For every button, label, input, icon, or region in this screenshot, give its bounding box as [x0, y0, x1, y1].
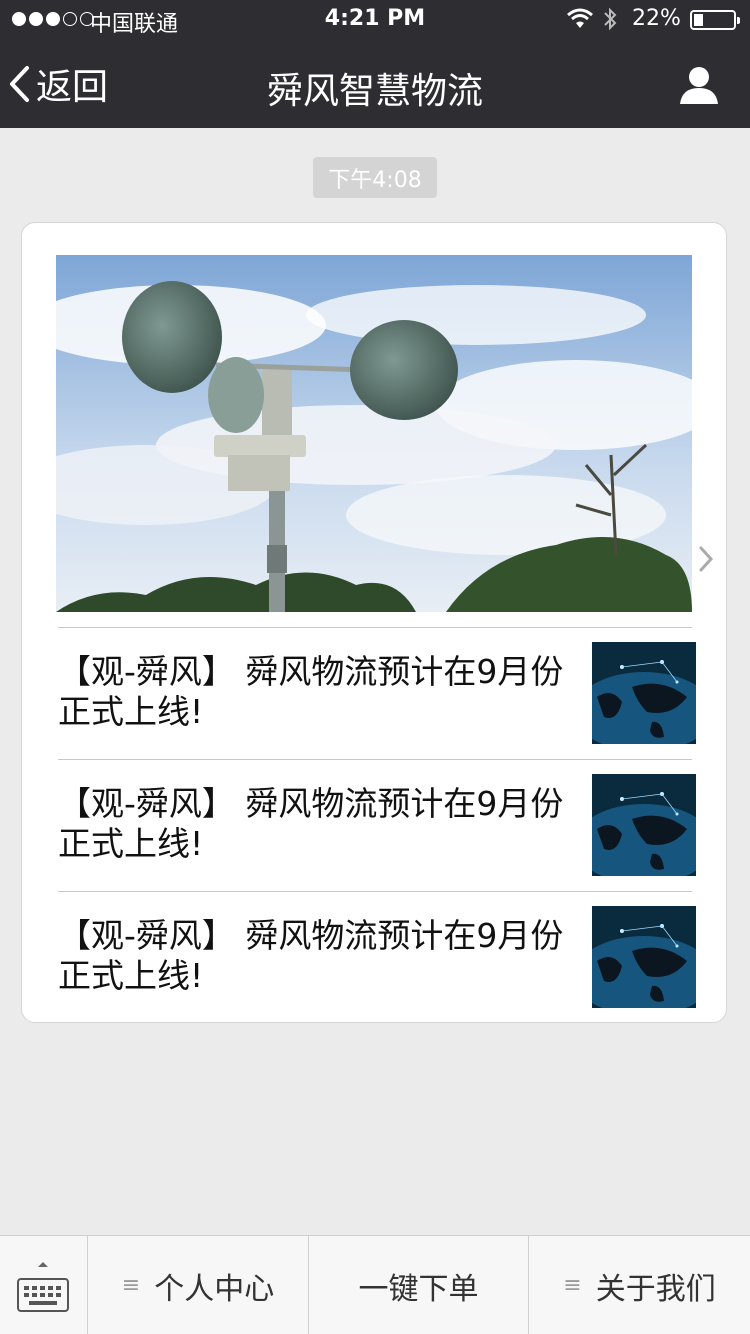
- nav-bar: 返回 舜风智慧物流: [0, 40, 750, 128]
- menu-label: 个人中心: [154, 1271, 275, 1307]
- top-bar: 中国联通 4:21 PM 22% 返回 舜风智慧物流: [0, 0, 750, 128]
- menu-personal-center[interactable]: ≡ 个人中心: [88, 1236, 309, 1334]
- chevron-right-icon: [699, 546, 714, 572]
- article-item-2[interactable]: 【观-舜风】 舜风物流预计在9月份正式上线!: [58, 759, 696, 891]
- article-item-1[interactable]: 【观-舜风】 舜风物流预计在9月份正式上线!: [58, 627, 696, 759]
- article-title: 【观-舜风】 舜风物流预计在9月份正式上线!: [58, 916, 564, 995]
- article-thumbnail: [592, 906, 696, 1008]
- article-thumbnail: [592, 774, 696, 876]
- battery-icon: [690, 10, 740, 30]
- article-title: 【观-舜风】 舜风物流预计在9月份正式上线!: [58, 784, 564, 863]
- caret-up-icon: [38, 1262, 48, 1267]
- menu-about-us[interactable]: ≡ 关于我们: [529, 1236, 750, 1334]
- menu-label: 一键下单: [358, 1271, 479, 1307]
- keyboard-icon: [17, 1278, 69, 1312]
- wifi-icon: [567, 8, 593, 28]
- message-timestamp: 下午4:08: [313, 157, 437, 198]
- menu-quick-order[interactable]: 一键下单: [309, 1236, 529, 1334]
- article-title: 【观-舜风】 舜风物流预计在9月份正式上线!: [58, 652, 564, 731]
- page-title: 舜风智慧物流: [266, 71, 483, 112]
- menu-label: 关于我们: [595, 1271, 716, 1307]
- article-item-3[interactable]: 【观-舜风】 舜风物流预计在9月份正式上线!: [58, 891, 696, 1023]
- battery-percent: 22%: [632, 6, 681, 31]
- bluetooth-icon: [604, 7, 617, 31]
- article-card[interactable]: 【观-舜风】 舜风物流预计在9月份正式上线! 【观-舜风】 舜风物流预计在9月份…: [21, 222, 727, 1023]
- menu-lines-icon: ≡: [121, 1273, 141, 1298]
- article-thumbnail: [592, 642, 696, 744]
- keyboard-toggle-button[interactable]: [0, 1236, 88, 1334]
- menu-lines-icon: ≡: [563, 1273, 582, 1298]
- status-bar: 中国联通 4:21 PM 22%: [0, 0, 750, 40]
- bottom-menu: ≡ 个人中心 一键下单 ≡ 关于我们: [0, 1235, 750, 1334]
- person-icon[interactable]: [678, 64, 720, 106]
- hero-image[interactable]: [56, 255, 692, 612]
